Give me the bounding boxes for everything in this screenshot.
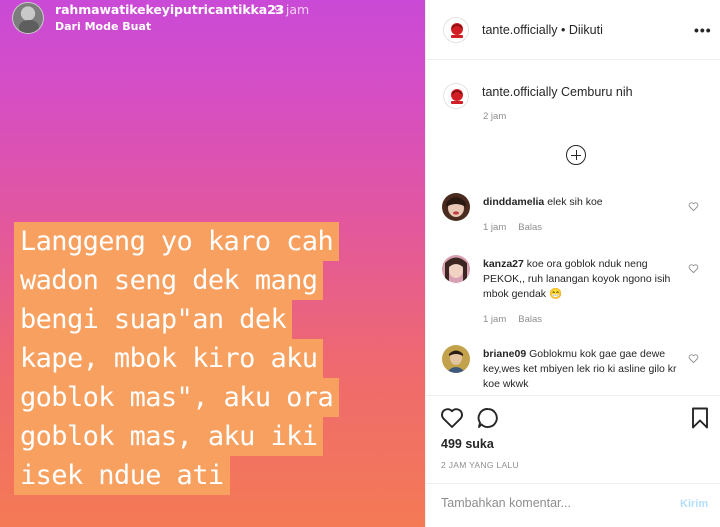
- story-text-line: goblok mas, aku iki: [14, 417, 324, 456]
- account-avatar[interactable]: [443, 17, 469, 43]
- caption-avatar[interactable]: [443, 83, 469, 109]
- comment-time: 1 jam: [483, 222, 507, 233]
- comment-box: Kirim: [426, 483, 720, 526]
- caption-time: 2 jam: [483, 111, 507, 122]
- comment-username[interactable]: kanza27: [483, 258, 524, 270]
- header-username-line: tante.officially • Diikuti: [482, 23, 603, 37]
- story-subtitle: Dari Mode Buat: [55, 20, 152, 33]
- send-comment-button[interactable]: Kirim: [680, 498, 708, 510]
- caption: tante.officially Cemburu nih: [482, 85, 633, 99]
- comment-username[interactable]: briane09: [483, 348, 526, 360]
- comment-input[interactable]: [441, 496, 661, 510]
- more-dots-icon[interactable]: •••: [694, 22, 712, 38]
- story-text-line: Langgeng yo karo cah: [14, 222, 340, 261]
- post-time: 2 JAM YANG LALU: [441, 460, 519, 470]
- user-photo-icon: [442, 255, 470, 283]
- account-logo-icon: [445, 85, 468, 108]
- likes-count[interactable]: 499 suka: [441, 437, 494, 451]
- plus-circle-icon[interactable]: [566, 145, 586, 165]
- caption-username[interactable]: tante.officially: [482, 85, 558, 99]
- comment-text: briane09 Goblokmu kok gae gae dewe key,w…: [483, 347, 683, 392]
- post-side-panel: tante.officially • Diikuti ••• tante.off…: [425, 0, 720, 527]
- account-logo-icon: [445, 19, 468, 42]
- user-photo-icon: [442, 193, 470, 221]
- post-actions: 499 suka 2 JAM YANG LALU Kirim: [426, 395, 720, 525]
- post-header: tante.officially • Diikuti •••: [426, 0, 720, 60]
- comment-text: dinddamelia elek sih koe: [483, 195, 683, 210]
- story-text-line: kape, mbok kiro aku: [14, 339, 324, 378]
- story-text-line: wadon seng dek mang: [14, 261, 324, 300]
- follow-status[interactable]: Diikuti: [569, 23, 603, 37]
- comment-avatar[interactable]: [442, 345, 470, 373]
- comment-username[interactable]: dinddamelia: [483, 196, 544, 208]
- heart-icon[interactable]: [688, 201, 699, 212]
- like-heart-icon[interactable]: [440, 406, 464, 430]
- story-text-line: goblok mas", aku ora: [14, 378, 340, 417]
- story-username[interactable]: rahmawatikekeyiputricantikka23: [55, 2, 284, 17]
- comment-bubble-icon[interactable]: [476, 406, 500, 430]
- comment-meta: 1 jam Balas: [483, 222, 542, 233]
- comment-body: elek sih koe: [547, 196, 603, 208]
- heart-icon[interactable]: [688, 353, 699, 364]
- story-avatar[interactable]: [12, 2, 44, 34]
- comment-text: kanza27 koe ora goblok nduk neng PEKOK,,…: [483, 257, 683, 302]
- comment-avatar[interactable]: [442, 255, 470, 283]
- heart-icon[interactable]: [688, 263, 699, 274]
- story-text-block: Langgeng yo karo cah wadon seng dek mang…: [14, 222, 414, 495]
- header-separator: •: [557, 23, 569, 37]
- reply-button[interactable]: Balas: [518, 314, 542, 325]
- header-username[interactable]: tante.officially: [482, 23, 558, 37]
- story-panel: rahmawatikekeyiputricantikka23 9 jam Dar…: [0, 0, 425, 527]
- user-photo-icon: [442, 345, 470, 373]
- bookmark-icon[interactable]: [688, 406, 712, 430]
- caption-text: Cemburu nih: [561, 85, 633, 99]
- story-text-line: isek ndue ati: [14, 456, 230, 495]
- story-text-line: bengi suap"an dek: [14, 300, 293, 339]
- reply-button[interactable]: Balas: [518, 222, 542, 233]
- story-time: 9 jam: [274, 2, 310, 17]
- comment-time: 1 jam: [483, 314, 507, 325]
- comment-avatar[interactable]: [442, 193, 470, 221]
- comment-meta: 1 jam Balas: [483, 314, 542, 325]
